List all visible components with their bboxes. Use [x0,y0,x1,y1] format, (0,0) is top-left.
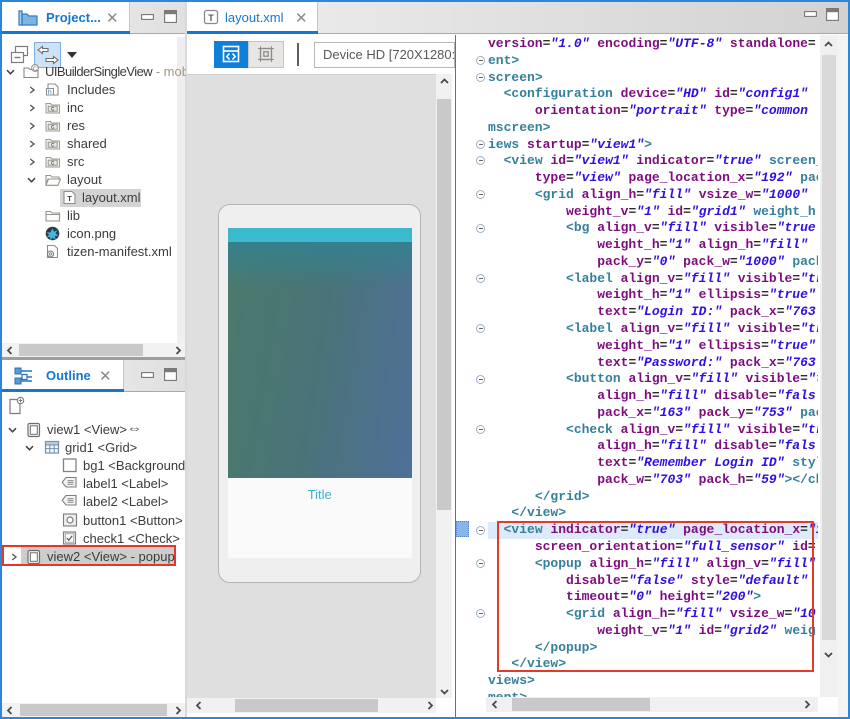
svg-text:C: C [33,66,37,72]
svg-text:T: T [208,13,214,23]
svg-text:h: h [48,89,52,96]
svg-text:T: T [67,194,72,203]
